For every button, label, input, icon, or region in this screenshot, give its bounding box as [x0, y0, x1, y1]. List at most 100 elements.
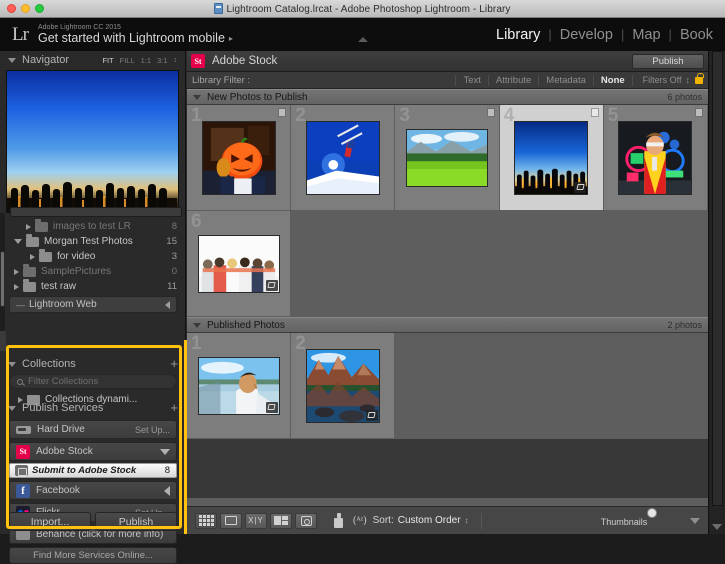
grid-cell[interactable]: 2 [291, 333, 396, 439]
section-header-published-photos[interactable]: Published Photos 2 photos [187, 317, 708, 333]
folder-row[interactable]: for video 3 [0, 249, 186, 264]
grid-cell[interactable]: 1 [187, 333, 292, 439]
navigator-header[interactable]: Navigator FIT FILL 1:1 3:1 ↕ [0, 51, 185, 69]
disclosure-triangle-icon[interactable] [193, 94, 201, 100]
grid-cell-selected[interactable]: 4 [499, 105, 604, 211]
people-view-icon[interactable] [295, 512, 317, 529]
disclosure-triangle-icon[interactable] [8, 405, 16, 411]
compare-view-icon[interactable]: X|Y [245, 512, 267, 529]
publish-services-header[interactable]: Publish Services + [0, 399, 186, 417]
collections-header[interactable]: Collections + [0, 355, 186, 373]
loupe-view-icon[interactable] [220, 512, 242, 529]
right-panel-collapsed[interactable] [708, 51, 725, 534]
identity-plate[interactable]: Adobe Lightroom CC 2015 Get started with… [34, 24, 233, 44]
edited-badge-icon[interactable] [265, 279, 278, 291]
left-panel-edge[interactable] [0, 331, 6, 351]
zoom-fit[interactable]: FIT [102, 56, 113, 65]
folder-row[interactable]: test raw 11 [0, 279, 186, 294]
toolbar-chevron-down-icon[interactable] [690, 517, 700, 524]
survey-view-icon[interactable] [270, 512, 292, 529]
filter-none[interactable]: None [592, 74, 633, 86]
module-map[interactable]: Map [624, 27, 668, 43]
folder-row[interactable]: images to test LR 8 [0, 219, 186, 234]
publish-service-facebook[interactable]: f Facebook [9, 481, 177, 500]
publish-service-hard-drive[interactable]: Hard Drive Set Up... [9, 420, 177, 439]
edited-badge-icon[interactable] [265, 401, 278, 413]
add-collection-button[interactable]: + [170, 357, 178, 370]
disclosure-triangle-icon[interactable] [193, 322, 201, 328]
module-book[interactable]: Book [672, 27, 721, 43]
a-z-sort-icon[interactable]: (ᴬᶻ) [353, 515, 367, 526]
flag-badge[interactable] [278, 108, 287, 117]
publish-button[interactable]: Publish [632, 53, 704, 69]
caret-left-icon[interactable] [165, 300, 170, 309]
thumbnail-size-slider[interactable]: Thumbnails [570, 507, 678, 530]
photo-thumbnail[interactable] [201, 120, 276, 195]
publish-service-adobe-stock[interactable]: St Adobe Stock [9, 442, 177, 461]
publish-button-left[interactable]: Publish [95, 512, 177, 531]
collapse-arrow-icon[interactable] [14, 239, 22, 244]
spray-can-icon[interactable] [334, 513, 343, 528]
set-up-link[interactable]: Set Up... [135, 425, 170, 435]
section-title: Published Photos [207, 319, 285, 331]
module-develop[interactable]: Develop [552, 27, 621, 43]
collections-filter-input[interactable]: Filter Collections [9, 374, 177, 389]
import-button[interactable]: Import... [9, 512, 91, 531]
grid-cell[interactable]: 2 [291, 105, 396, 211]
flag-badge[interactable] [694, 108, 703, 117]
grid-cell[interactable]: 6 [187, 211, 292, 317]
photo-thumbnail[interactable] [197, 356, 280, 415]
section-header-new-photos[interactable]: New Photos to Publish 6 photos [187, 89, 708, 105]
slider-knob[interactable] [647, 507, 658, 518]
chevron-down-icon[interactable] [712, 524, 722, 530]
folder-row[interactable]: Morgan Test Photos 15 [0, 234, 186, 249]
folder-count: 11 [167, 281, 177, 292]
zoom-stepper-icon[interactable]: ↕ [174, 57, 178, 64]
filter-attribute[interactable]: Attribute [487, 74, 538, 86]
top-panel-collapse-icon[interactable] [357, 37, 368, 42]
filter-metadata[interactable]: Metadata [538, 74, 593, 86]
grid-cell[interactable]: 5 [603, 105, 708, 211]
lock-icon[interactable] [695, 73, 704, 84]
zoom-3-1[interactable]: 3:1 [157, 56, 167, 65]
find-more-services-button[interactable]: Find More Services Online... [9, 547, 177, 564]
zoom-1-1[interactable]: 1:1 [141, 56, 151, 65]
publish-collection-submit-to-adobe-stock[interactable]: Submit to Adobe Stock 8 [9, 463, 177, 478]
expand-arrow-icon[interactable] [30, 253, 35, 260]
photo-thumbnail[interactable] [305, 348, 380, 423]
photo-thumbnail[interactable] [618, 120, 693, 195]
zoom-fill[interactable]: FILL [120, 56, 135, 65]
flag-badge[interactable] [590, 108, 599, 117]
flag-badge[interactable] [486, 108, 495, 117]
sort-stepper-icon[interactable]: ↕ [465, 516, 469, 525]
photo-thumbnail[interactable] [305, 120, 380, 195]
filters-stepper-icon[interactable]: ↕ [682, 75, 691, 85]
window-title: Lightroom Catalog.lrcat - Adobe Photosho… [0, 2, 725, 15]
caret-left-icon[interactable] [164, 485, 170, 496]
expand-arrow-icon[interactable] [14, 283, 19, 290]
disclosure-triangle-icon[interactable] [8, 361, 16, 367]
chevron-down-icon[interactable] [160, 448, 170, 455]
folder-row[interactable]: SamplePictures 0 [0, 264, 186, 279]
add-publish-service-button[interactable]: + [170, 401, 178, 414]
sort-value[interactable]: Custom Order [398, 515, 461, 526]
photo-thumbnail[interactable] [405, 128, 488, 187]
folder-name: for video [57, 251, 96, 262]
grid-cell[interactable]: 3 [395, 105, 500, 211]
expand-arrow-icon[interactable] [14, 268, 19, 275]
disclosure-triangle-icon[interactable] [8, 57, 16, 63]
navigator-preview[interactable] [6, 70, 179, 213]
grid-view-icon[interactable] [195, 512, 217, 529]
folder-icon [23, 279, 36, 292]
edited-badge-icon[interactable] [574, 181, 587, 193]
identity-tagline[interactable]: Get started with Lightroom mobile ▸ [38, 31, 233, 45]
edited-badge-icon[interactable] [365, 409, 378, 421]
navigator-zoom-options[interactable]: FIT FILL 1:1 3:1 ↕ [102, 56, 177, 65]
grid-cell[interactable]: 1 [187, 105, 292, 211]
lightroom-web-row[interactable]: — Lightroom Web [9, 296, 177, 313]
module-library[interactable]: Library [488, 27, 548, 43]
filter-text[interactable]: Text [455, 74, 487, 86]
expand-arrow-icon[interactable] [26, 223, 31, 230]
photo-thumbnail[interactable] [197, 234, 280, 293]
photo-thumbnail[interactable] [514, 120, 589, 195]
